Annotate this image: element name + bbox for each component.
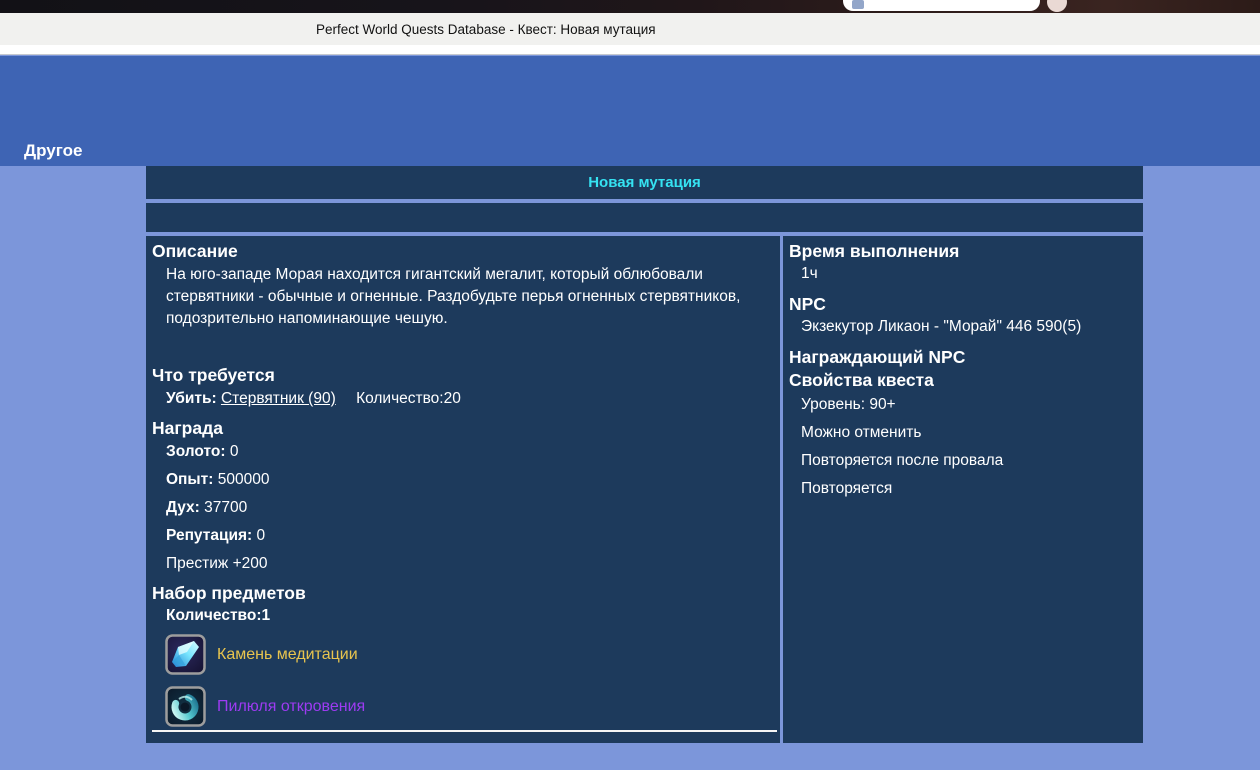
browser-profile-avatar[interactable] xyxy=(1047,0,1067,12)
rewarding-npc-header: Награждающий NPC xyxy=(789,347,1137,367)
reward-exp-row: Опыт: 500000 xyxy=(166,471,772,488)
quest-property-cancelable: Можно отменить xyxy=(801,424,1137,441)
item-row-meditation-stone: Камень медитации xyxy=(165,634,772,675)
requirements-header: Что требуется xyxy=(152,365,772,385)
browser-search-box[interactable] xyxy=(843,0,1040,11)
reward-header: Награда xyxy=(152,418,772,438)
reward-reputation-value: 0 xyxy=(257,527,266,544)
item-set-count: Количество:1 xyxy=(166,607,772,624)
quest-title-bar: Новая мутация xyxy=(146,166,1143,199)
quest-left-column: Описание На юго-западе Морая находится г… xyxy=(146,236,780,743)
description-text: На юго-западе Морая находится гигантский… xyxy=(166,264,778,330)
reward-reputation-label: Репутация: xyxy=(166,527,252,544)
item-row-revelation-pill: Пилюля откровения xyxy=(165,686,772,727)
reward-spirit-row: Дух: 37700 xyxy=(166,499,772,516)
item-link-revelation-pill[interactable]: Пилюля откровения xyxy=(217,698,365,716)
quest-property-level: Уровень: 90+ xyxy=(801,396,1137,413)
quest-title: Новая мутация xyxy=(588,174,701,191)
reward-gold-row: Золото: 0 xyxy=(166,443,772,460)
time-header: Время выполнения xyxy=(789,241,1137,261)
quest-property-repeat-after-fail: Повторяется после провала xyxy=(801,452,1137,469)
revelation-pill-icon[interactable] xyxy=(165,686,206,727)
page-title-bar: Perfect World Quests Database - Квест: Н… xyxy=(0,13,1260,45)
item-set-header: Набор предметов xyxy=(152,583,772,603)
site-header-band: Другое xyxy=(0,56,1260,166)
kill-requirement-row: Убить: Стервятник (90) Количество:20 xyxy=(166,390,772,407)
search-box-site-icon xyxy=(852,0,864,9)
meditation-stone-icon[interactable] xyxy=(165,634,206,675)
reward-exp-value: 500000 xyxy=(218,471,270,488)
browser-toolbar xyxy=(0,0,1260,13)
reward-prestige-row: Престиж +200 xyxy=(166,555,772,572)
description-header: Описание xyxy=(152,241,772,261)
time-value: 1ч xyxy=(801,265,1137,282)
page-title: Perfect World Quests Database - Квест: Н… xyxy=(316,13,656,45)
kill-count: Количество:20 xyxy=(356,390,461,407)
nav-item-other[interactable]: Другое xyxy=(24,141,82,161)
reward-gold-label: Золото: xyxy=(166,443,226,460)
quest-property-repeatable: Повторяется xyxy=(801,480,1137,497)
reward-gold-value: 0 xyxy=(230,443,239,460)
reward-spirit-value: 37700 xyxy=(204,499,247,516)
item-link-meditation-stone[interactable]: Камень медитации xyxy=(217,646,358,664)
reward-reputation-row: Репутация: 0 xyxy=(166,527,772,544)
header-divider xyxy=(0,45,1260,55)
quest-properties-header: Свойства квеста xyxy=(789,370,1137,390)
reward-exp-label: Опыт: xyxy=(166,471,213,488)
kill-target-link[interactable]: Стервятник (90) xyxy=(221,390,336,407)
kill-label: Убить: xyxy=(166,390,217,407)
reward-spirit-label: Дух: xyxy=(166,499,200,516)
quest-card: Новая мутация Описание На юго-западе Мор… xyxy=(146,166,1143,743)
npc-header: NPC xyxy=(789,294,1137,314)
npc-value: Экзекутор Ликаон - "Морай" 446 590(5) xyxy=(801,318,1137,335)
quest-right-column: Время выполнения 1ч NPC Экзекутор Ликаон… xyxy=(783,236,1143,743)
left-column-divider-line xyxy=(152,730,777,732)
quest-body: Описание На юго-западе Морая находится г… xyxy=(146,236,1143,743)
quest-subtitle-bar xyxy=(146,203,1143,232)
